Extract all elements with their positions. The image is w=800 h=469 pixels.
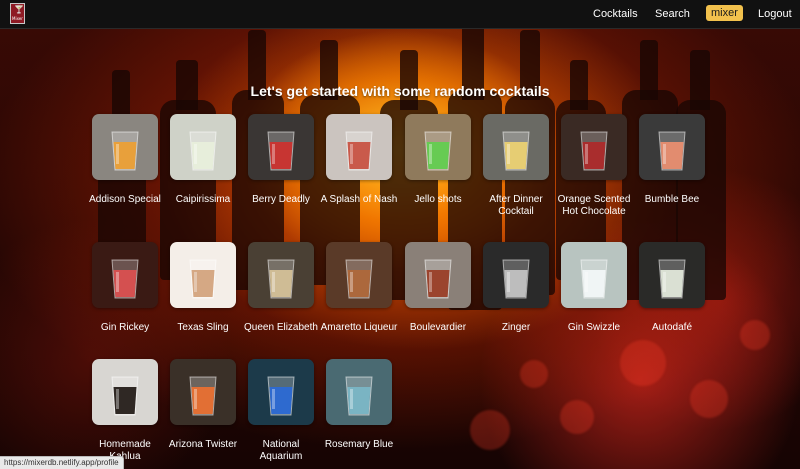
cocktail-image[interactable] xyxy=(561,242,627,308)
cocktail-card[interactable]: Jello shots xyxy=(405,114,471,206)
cocktail-grid: Addison Special Caipirissima Berry Deadly A… xyxy=(0,0,800,469)
cocktail-image[interactable] xyxy=(326,114,392,180)
cocktail-name[interactable]: Autodafé xyxy=(632,322,712,334)
cocktail-card[interactable]: A Splash of Nash xyxy=(321,114,397,206)
cocktail-image[interactable] xyxy=(170,114,236,180)
cocktail-card[interactable]: Rosemary Blue xyxy=(325,359,393,451)
cocktail-name[interactable]: Texas Sling xyxy=(163,322,243,334)
cocktail-image[interactable] xyxy=(326,359,392,425)
cocktail-image[interactable] xyxy=(483,114,549,180)
cocktail-card[interactable]: Gin Swizzle xyxy=(561,242,627,334)
cocktail-name[interactable]: Zinger xyxy=(476,322,556,334)
cocktail-image[interactable] xyxy=(483,242,549,308)
top-navbar: 🍸 Mixer Cocktails Search mixer Logout xyxy=(0,0,800,29)
cocktail-image[interactable] xyxy=(248,359,314,425)
nav-search[interactable]: Search xyxy=(655,7,690,21)
cocktail-name[interactable]: Berry Deadly xyxy=(241,194,321,206)
status-url: https://mixerdb.netlify.app/profile xyxy=(0,456,124,469)
cocktail-name[interactable]: Rosemary Blue xyxy=(319,439,399,451)
cocktail-image[interactable] xyxy=(170,359,236,425)
cocktail-card[interactable]: Amaretto Liqueur xyxy=(321,242,397,334)
cocktail-name[interactable]: Jello shots xyxy=(398,194,478,206)
app-logo[interactable]: 🍸 Mixer xyxy=(10,3,25,24)
cocktail-card[interactable]: Queen Elizabeth xyxy=(244,242,318,334)
cocktail-name[interactable]: Boulevardier xyxy=(398,322,478,334)
nav-logout[interactable]: Logout xyxy=(758,7,792,21)
cocktail-image[interactable] xyxy=(248,242,314,308)
cocktail-image[interactable] xyxy=(639,242,705,308)
cocktail-card[interactable]: Bumble Bee xyxy=(639,114,705,206)
cocktail-card[interactable]: National Aquarium xyxy=(248,359,314,463)
cocktail-name[interactable]: Amaretto Liqueur xyxy=(319,322,399,334)
cocktail-name[interactable]: Gin Swizzle xyxy=(554,322,634,334)
nav-mixer[interactable]: mixer xyxy=(706,5,743,21)
cocktail-image[interactable] xyxy=(170,242,236,308)
cocktail-image[interactable] xyxy=(92,242,158,308)
cocktail-card[interactable]: Texas Sling xyxy=(170,242,236,334)
cocktail-name[interactable]: A Splash of Nash xyxy=(319,194,399,206)
cocktail-image[interactable] xyxy=(92,114,158,180)
cocktail-card[interactable]: Autodafé xyxy=(639,242,705,334)
cocktail-name[interactable]: Arizona Twister xyxy=(163,439,243,451)
cocktail-name[interactable]: Orange Scented Hot Chocolate xyxy=(554,194,634,218)
cocktail-glass-icon: 🍸 xyxy=(14,5,24,14)
cocktail-name[interactable]: Gin Rickey xyxy=(85,322,165,334)
cocktail-card[interactable]: Caipirissima xyxy=(170,114,236,206)
cocktail-image[interactable] xyxy=(561,114,627,180)
cocktail-image[interactable] xyxy=(405,114,471,180)
cocktail-image[interactable] xyxy=(92,359,158,425)
cocktail-image[interactable] xyxy=(248,114,314,180)
cocktail-card[interactable]: Berry Deadly xyxy=(248,114,314,206)
cocktail-name[interactable]: Bumble Bee xyxy=(632,194,712,206)
nav-cocktails[interactable]: Cocktails xyxy=(593,7,638,21)
cocktail-name[interactable]: Queen Elizabeth xyxy=(241,322,321,334)
cocktail-name[interactable]: Caipirissima xyxy=(163,194,243,206)
cocktail-card[interactable]: Orange Scented Hot Chocolate xyxy=(558,114,630,218)
cocktail-card[interactable]: Boulevardier xyxy=(405,242,471,334)
cocktail-card[interactable]: Gin Rickey xyxy=(92,242,158,334)
cocktail-name[interactable]: Addison Special xyxy=(85,194,165,206)
cocktail-card[interactable]: Addison Special xyxy=(89,114,161,206)
cocktail-name[interactable]: After Dinner Cocktail xyxy=(476,194,556,218)
logo-caption: Mixer xyxy=(12,16,23,21)
cocktail-image[interactable] xyxy=(326,242,392,308)
cocktail-image[interactable] xyxy=(639,114,705,180)
cocktail-card[interactable]: Zinger xyxy=(483,242,549,334)
cocktail-name[interactable]: National Aquarium xyxy=(241,439,321,463)
cocktail-card[interactable]: Homemade Kahlua xyxy=(92,359,158,463)
cocktail-card[interactable]: After Dinner Cocktail xyxy=(483,114,549,218)
cocktail-image[interactable] xyxy=(405,242,471,308)
cocktail-card[interactable]: Arizona Twister xyxy=(169,359,237,451)
